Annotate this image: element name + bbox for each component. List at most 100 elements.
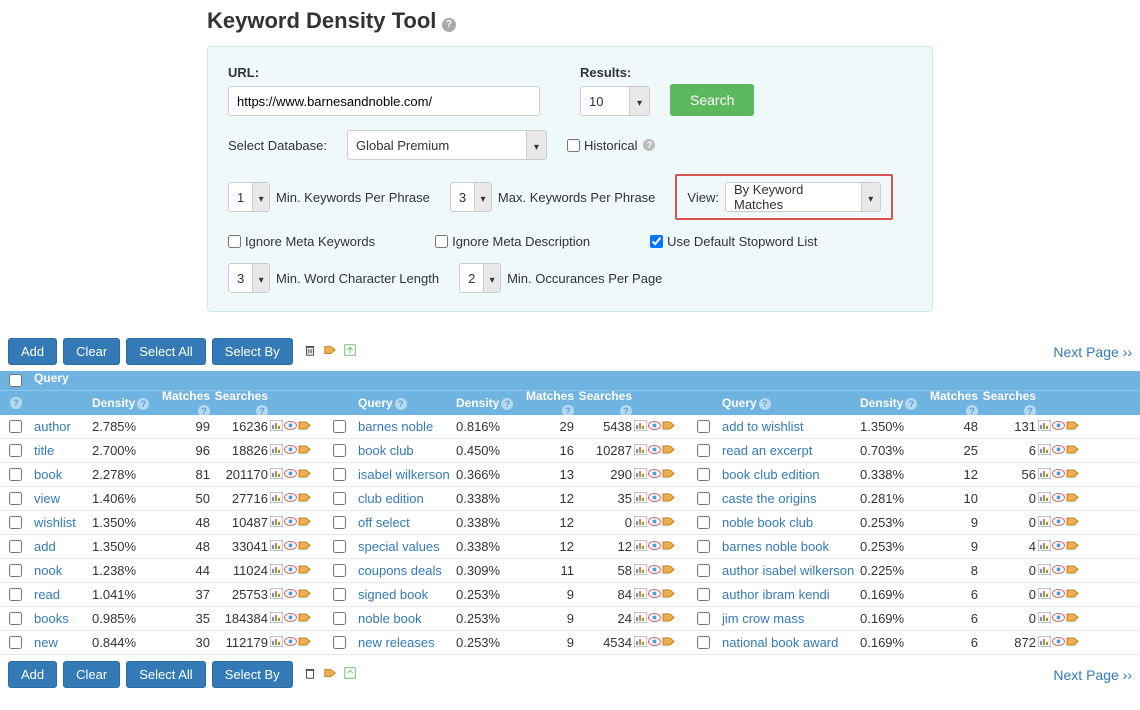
tag-icon[interactable] xyxy=(298,563,311,578)
chart-icon[interactable] xyxy=(1038,635,1051,650)
chevron-down-icon[interactable] xyxy=(474,183,491,211)
query-link[interactable]: off select xyxy=(358,515,410,530)
row-checkbox[interactable] xyxy=(697,540,710,553)
help-icon[interactable]: ? xyxy=(759,398,771,410)
chart-icon[interactable] xyxy=(1038,611,1051,626)
row-checkbox[interactable] xyxy=(333,492,346,505)
tag-icon[interactable] xyxy=(1066,467,1079,482)
help-icon[interactable]: ? xyxy=(10,397,22,409)
query-link[interactable]: author ibram kendi xyxy=(722,587,830,602)
select-all-button[interactable]: Select All xyxy=(126,338,205,365)
chart-icon[interactable] xyxy=(1038,419,1051,434)
query-link[interactable]: coupons deals xyxy=(358,563,442,578)
chart-icon[interactable] xyxy=(270,467,283,482)
chevron-down-icon[interactable] xyxy=(629,87,649,115)
tag-icon[interactable] xyxy=(298,515,311,530)
eye-icon[interactable] xyxy=(1052,587,1065,602)
eye-icon[interactable] xyxy=(648,491,661,506)
chart-icon[interactable] xyxy=(634,587,647,602)
query-link[interactable]: author isabel wilkerson xyxy=(722,563,854,578)
tag-icon[interactable] xyxy=(1066,611,1079,626)
tag-icon[interactable] xyxy=(1066,563,1079,578)
row-checkbox[interactable] xyxy=(333,516,346,529)
tag-icon[interactable] xyxy=(1066,443,1079,458)
tag-icon[interactable] xyxy=(1066,419,1079,434)
eye-icon[interactable] xyxy=(284,563,297,578)
select-all-button[interactable]: Select All xyxy=(126,661,205,688)
query-link[interactable]: nook xyxy=(34,563,62,578)
help-icon[interactable]: ? xyxy=(620,405,632,417)
query-link[interactable]: add to wishlist xyxy=(722,419,804,434)
chart-icon[interactable] xyxy=(270,539,283,554)
row-checkbox[interactable] xyxy=(9,420,22,433)
help-icon[interactable]: ? xyxy=(256,405,268,417)
tag-icon[interactable] xyxy=(298,635,311,650)
tag-icon[interactable] xyxy=(1066,491,1079,506)
chart-icon[interactable] xyxy=(270,419,283,434)
tag-icon[interactable] xyxy=(298,611,311,626)
chart-icon[interactable] xyxy=(634,611,647,626)
eye-icon[interactable] xyxy=(1052,467,1065,482)
chart-icon[interactable] xyxy=(270,611,283,626)
chart-icon[interactable] xyxy=(634,635,647,650)
trash-icon[interactable] xyxy=(303,343,317,360)
query-link[interactable]: barnes noble book xyxy=(722,539,829,554)
help-icon[interactable]: ? xyxy=(395,398,407,410)
chart-icon[interactable] xyxy=(270,635,283,650)
row-checkbox[interactable] xyxy=(9,444,22,457)
trash-icon[interactable] xyxy=(303,666,317,683)
eye-icon[interactable] xyxy=(1052,443,1065,458)
eye-icon[interactable] xyxy=(284,539,297,554)
min-char-select[interactable]: 3 xyxy=(228,263,270,293)
tag-icon[interactable] xyxy=(1066,587,1079,602)
add-button[interactable]: Add xyxy=(8,661,57,688)
select-all-checkbox[interactable] xyxy=(9,374,22,387)
help-icon[interactable]: ? xyxy=(562,405,574,417)
chart-icon[interactable] xyxy=(270,515,283,530)
search-button[interactable]: Search xyxy=(670,84,754,116)
chart-icon[interactable] xyxy=(270,563,283,578)
chart-icon[interactable] xyxy=(1038,587,1051,602)
chart-icon[interactable] xyxy=(634,467,647,482)
help-icon[interactable]: ? xyxy=(643,139,655,151)
row-checkbox[interactable] xyxy=(697,444,710,457)
eye-icon[interactable] xyxy=(648,467,661,482)
query-link[interactable]: book club xyxy=(358,443,414,458)
row-checkbox[interactable] xyxy=(333,588,346,601)
query-link[interactable]: book xyxy=(34,467,62,482)
chart-icon[interactable] xyxy=(1038,539,1051,554)
help-icon[interactable]: ? xyxy=(137,398,149,410)
row-checkbox[interactable] xyxy=(697,420,710,433)
row-checkbox[interactable] xyxy=(697,564,710,577)
query-link[interactable]: author xyxy=(34,419,71,434)
eye-icon[interactable] xyxy=(648,587,661,602)
chart-icon[interactable] xyxy=(270,443,283,458)
chevron-down-icon[interactable] xyxy=(252,183,269,211)
eye-icon[interactable] xyxy=(284,611,297,626)
chart-icon[interactable] xyxy=(634,491,647,506)
row-checkbox[interactable] xyxy=(697,636,710,649)
row-checkbox[interactable] xyxy=(697,492,710,505)
query-link[interactable]: barnes noble xyxy=(358,419,433,434)
database-select[interactable]: Global Premium xyxy=(347,130,547,160)
eye-icon[interactable] xyxy=(648,443,661,458)
min-kw-select[interactable]: 1 xyxy=(228,182,270,212)
help-icon[interactable]: ? xyxy=(442,18,456,32)
tag-icon[interactable] xyxy=(298,419,311,434)
query-link[interactable]: special values xyxy=(358,539,440,554)
row-checkbox[interactable] xyxy=(9,540,22,553)
next-page-link[interactable]: Next Page ›› xyxy=(1053,667,1132,683)
row-checkbox[interactable] xyxy=(697,612,710,625)
clear-button[interactable]: Clear xyxy=(63,338,120,365)
chart-icon[interactable] xyxy=(1038,467,1051,482)
export-icon[interactable] xyxy=(343,343,357,360)
eye-icon[interactable] xyxy=(284,635,297,650)
chevron-down-icon[interactable] xyxy=(252,264,269,292)
tag-icon[interactable] xyxy=(298,587,311,602)
query-link[interactable]: read an excerpt xyxy=(722,443,812,458)
row-checkbox[interactable] xyxy=(333,540,346,553)
query-link[interactable]: club edition xyxy=(358,491,424,506)
row-checkbox[interactable] xyxy=(9,636,22,649)
export-icon[interactable] xyxy=(343,666,357,683)
query-link[interactable]: new releases xyxy=(358,635,435,650)
